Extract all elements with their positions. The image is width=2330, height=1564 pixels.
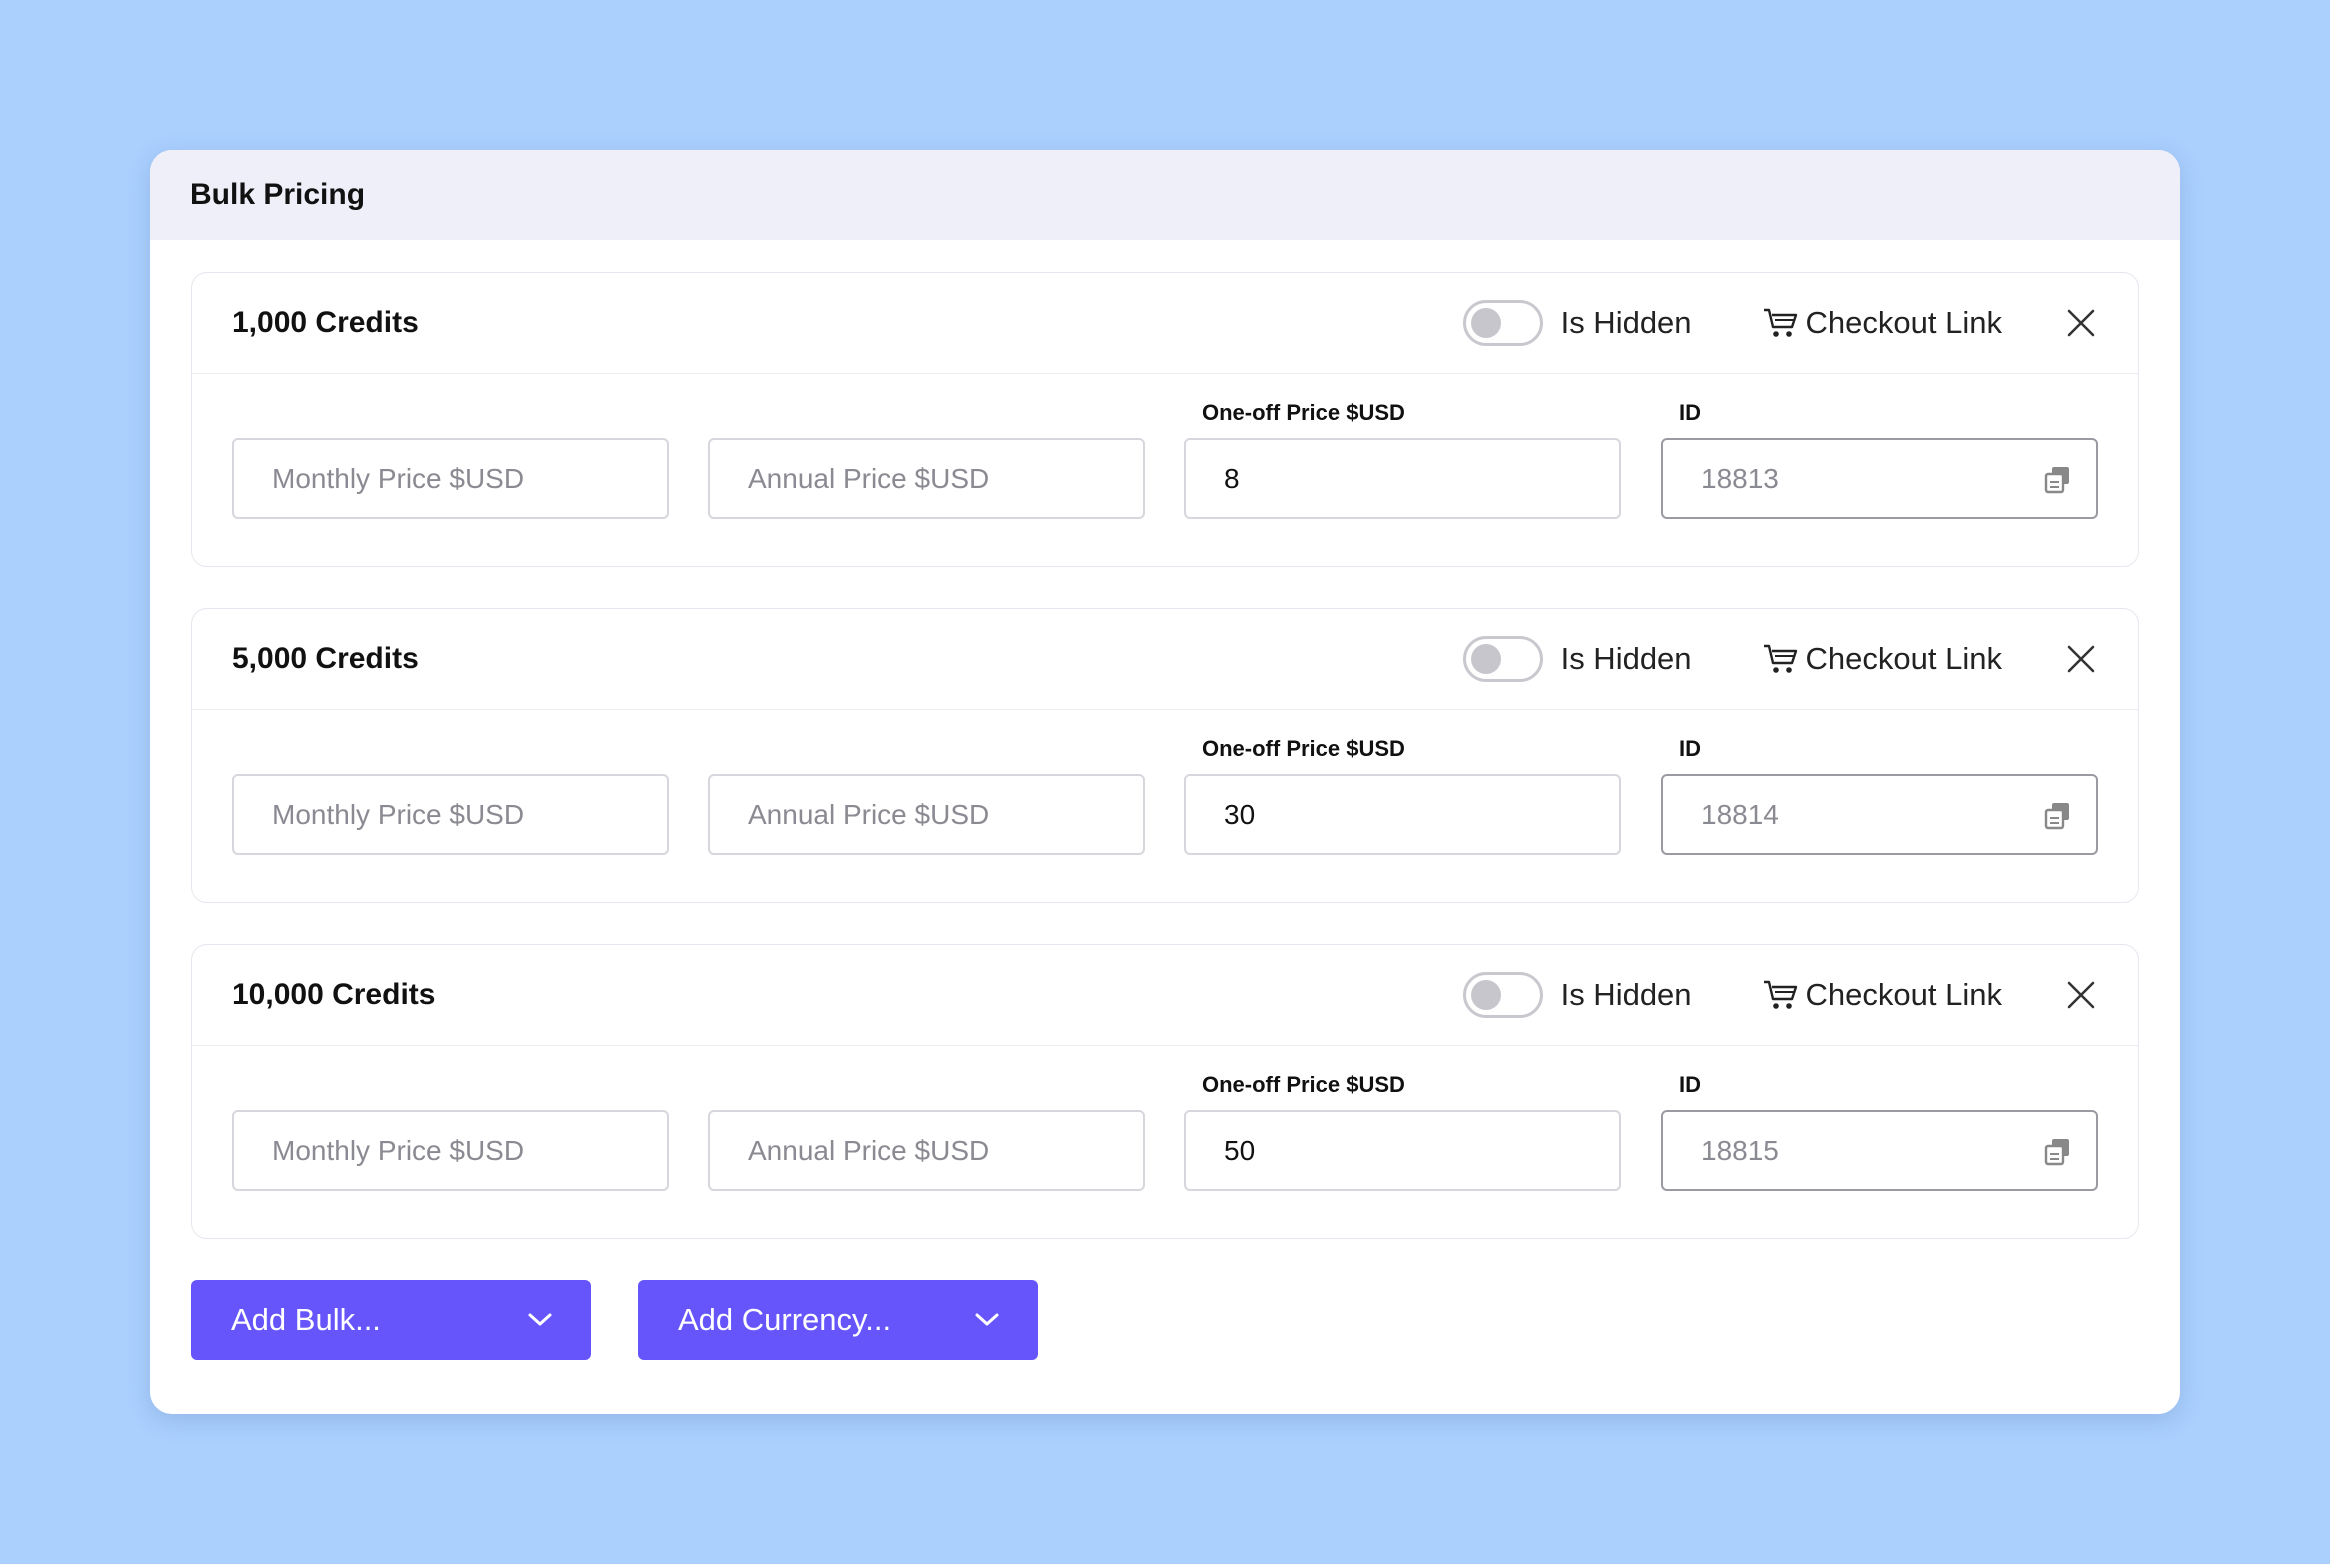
is-hidden-label: Is Hidden [1560,977,1692,1012]
id-field[interactable] [1661,774,2098,855]
annual-price-input[interactable] [748,798,1143,831]
oneoff-price-field[interactable] [1184,438,1621,519]
close-icon[interactable] [2064,642,2098,676]
copy-icon[interactable] [2042,464,2074,496]
bulk-item-title: 10,000 Credits [232,978,436,1011]
bulk-item-title: 1,000 Credits [232,306,419,339]
copy-icon[interactable] [2042,1136,2074,1168]
bulk-item-fields: One-off Price $USD ID [192,710,2138,902]
oneoff-price-field[interactable] [1184,1110,1621,1191]
id-input[interactable] [1701,1134,2096,1167]
annual-price-field[interactable] [708,774,1145,855]
chevron-down-icon [528,1313,552,1326]
panel-title: Bulk Pricing [190,178,366,211]
toggle-knob [1470,644,1501,674]
add-bulk-label: Add Bulk... [231,1302,381,1337]
monthly-price-field[interactable] [232,438,669,519]
panel-header: Bulk Pricing [150,150,2180,240]
is-hidden-toggle[interactable] [1462,636,1543,682]
oneoff-price-input[interactable] [1224,798,1619,831]
monthly-price-input[interactable] [272,1134,667,1167]
annual-price-field[interactable] [708,438,1145,519]
add-currency-dropdown[interactable]: Add Currency... [638,1280,1038,1360]
oneoff-price-field[interactable] [1184,774,1621,855]
monthly-price-input[interactable] [272,798,667,831]
close-icon[interactable] [2064,306,2098,340]
copy-icon[interactable] [2042,800,2074,832]
id-label: ID [1679,1072,1701,1097]
bulk-item-title: 5,000 Credits [232,642,419,675]
annual-price-input[interactable] [748,1134,1143,1167]
monthly-price-input[interactable] [272,462,667,495]
close-icon[interactable] [2064,978,2098,1012]
panel-actions: Add Bulk... Add Currency... [191,1280,1038,1360]
id-label: ID [1679,400,1701,425]
monthly-price-field[interactable] [232,774,669,855]
bulk-items-list: 1,000 Credits Is Hidden Checkout Link On… [150,240,2180,1239]
add-currency-label: Add Currency... [678,1302,892,1337]
id-field[interactable] [1661,1110,2098,1191]
bulk-item-header: 10,000 Credits Is Hidden Checkout Link [192,945,2138,1046]
checkout-link-label: Checkout Link [1805,305,2002,340]
oneoff-price-input[interactable] [1224,462,1619,495]
cart-icon [1763,644,1797,673]
checkout-link-label: Checkout Link [1805,641,2002,676]
is-hidden-toggle[interactable] [1462,300,1543,346]
id-input[interactable] [1701,798,2096,831]
bulk-item-header: 1,000 Credits Is Hidden Checkout Link [192,273,2138,374]
bulk-pricing-panel: Bulk Pricing 1,000 Credits Is Hidden Che… [150,150,2180,1414]
chevron-down-icon [975,1313,999,1326]
monthly-price-field[interactable] [232,1110,669,1191]
checkout-link-button[interactable]: Checkout Link [1762,641,2002,677]
bulk-item: 1,000 Credits Is Hidden Checkout Link On… [191,272,2139,567]
oneoff-price-input[interactable] [1224,1134,1619,1167]
checkout-link-button[interactable]: Checkout Link [1762,977,2002,1013]
cart-icon [1763,980,1797,1009]
id-label: ID [1679,736,1701,761]
is-hidden-toggle[interactable] [1462,972,1543,1018]
id-input[interactable] [1701,462,2096,495]
bulk-item-header: 5,000 Credits Is Hidden Checkout Link [192,609,2138,710]
cart-icon [1763,308,1797,337]
bulk-item-fields: One-off Price $USD ID [192,1046,2138,1238]
is-hidden-label: Is Hidden [1560,305,1692,340]
annual-price-field[interactable] [708,1110,1145,1191]
bulk-item-fields: One-off Price $USD ID [192,374,2138,566]
oneoff-price-label: One-off Price $USD [1202,1072,1405,1097]
checkout-link-label: Checkout Link [1805,977,2002,1012]
bulk-item: 5,000 Credits Is Hidden Checkout Link On… [191,608,2139,903]
toggle-knob [1470,308,1501,338]
annual-price-input[interactable] [748,462,1143,495]
bulk-item: 10,000 Credits Is Hidden Checkout Link O… [191,944,2139,1239]
oneoff-price-label: One-off Price $USD [1202,400,1405,425]
oneoff-price-label: One-off Price $USD [1202,736,1405,761]
is-hidden-label: Is Hidden [1560,641,1692,676]
id-field[interactable] [1661,438,2098,519]
add-bulk-dropdown[interactable]: Add Bulk... [191,1280,591,1360]
toggle-knob [1470,980,1501,1010]
checkout-link-button[interactable]: Checkout Link [1762,305,2002,341]
